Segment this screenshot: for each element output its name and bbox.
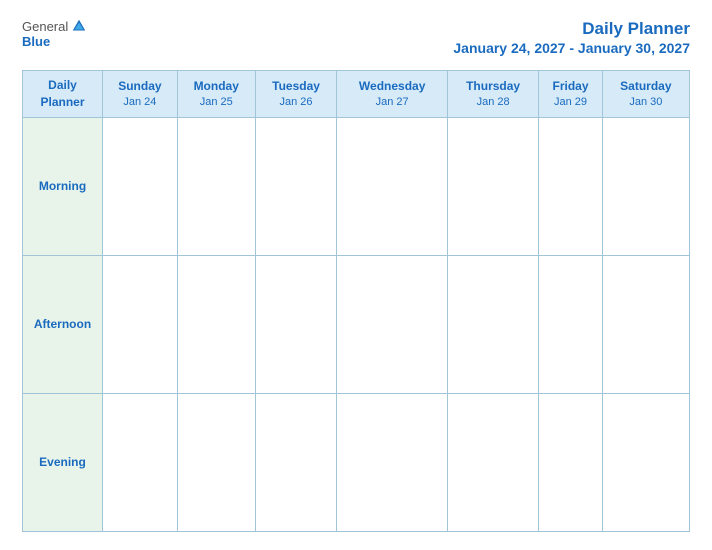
afternoon-friday[interactable] <box>539 255 602 393</box>
afternoon-saturday[interactable] <box>602 255 689 393</box>
planner-title: Daily Planner <box>582 19 690 38</box>
col-header-monday: Monday Jan 25 <box>177 71 255 118</box>
morning-monday[interactable] <box>177 117 255 255</box>
evening-sunday[interactable] <box>103 393 178 531</box>
header: General Blue Daily Planner January 24, 2… <box>22 18 690 58</box>
logo-blue-text: Blue <box>22 34 50 49</box>
evening-row: Evening <box>23 393 690 531</box>
col-header-saturday: Saturday Jan 30 <box>602 71 689 118</box>
calendar-table: Daily Planner Sunday Jan 24 Monday Jan 2… <box>22 70 690 532</box>
afternoon-row: Afternoon <box>23 255 690 393</box>
evening-tuesday[interactable] <box>255 393 337 531</box>
col-header-friday: Friday Jan 29 <box>539 71 602 118</box>
evening-monday[interactable] <box>177 393 255 531</box>
logo-area: General Blue <box>22 18 87 49</box>
afternoon-monday[interactable] <box>177 255 255 393</box>
afternoon-sunday[interactable] <box>103 255 178 393</box>
afternoon-wednesday[interactable] <box>337 255 448 393</box>
col-header-sunday: Sunday Jan 24 <box>103 71 178 118</box>
evening-thursday[interactable] <box>447 393 538 531</box>
evening-label: Evening <box>23 393 103 531</box>
afternoon-tuesday[interactable] <box>255 255 337 393</box>
evening-saturday[interactable] <box>602 393 689 531</box>
afternoon-label: Afternoon <box>23 255 103 393</box>
morning-sunday[interactable] <box>103 117 178 255</box>
morning-wednesday[interactable] <box>337 117 448 255</box>
morning-thursday[interactable] <box>447 117 538 255</box>
title-area: Daily Planner January 24, 2027 - January… <box>453 18 690 58</box>
first-col-header: Daily Planner <box>23 71 103 118</box>
evening-friday[interactable] <box>539 393 602 531</box>
afternoon-thursday[interactable] <box>447 255 538 393</box>
morning-saturday[interactable] <box>602 117 689 255</box>
morning-label: Morning <box>23 117 103 255</box>
col-header-tuesday: Tuesday Jan 26 <box>255 71 337 118</box>
col-header-wednesday: Wednesday Jan 27 <box>337 71 448 118</box>
logo-icon <box>71 18 87 34</box>
morning-tuesday[interactable] <box>255 117 337 255</box>
col-header-thursday: Thursday Jan 28 <box>447 71 538 118</box>
page: General Blue Daily Planner January 24, 2… <box>0 0 712 550</box>
morning-friday[interactable] <box>539 117 602 255</box>
logo-general-text: General <box>22 19 68 34</box>
evening-wednesday[interactable] <box>337 393 448 531</box>
logo-text: General <box>22 18 87 34</box>
morning-row: Morning <box>23 117 690 255</box>
header-row: Daily Planner Sunday Jan 24 Monday Jan 2… <box>23 71 690 118</box>
date-range: January 24, 2027 - January 30, 2027 <box>453 40 690 56</box>
